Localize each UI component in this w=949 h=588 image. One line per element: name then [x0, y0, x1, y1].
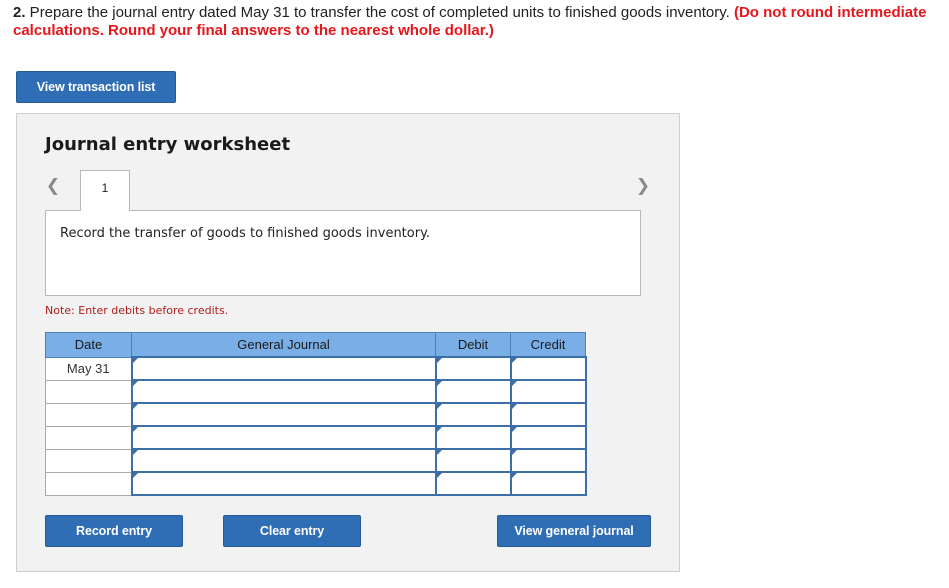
date-cell	[45, 379, 132, 404]
account-select[interactable]	[130, 356, 437, 381]
view-transaction-list-button[interactable]: View transaction list	[16, 71, 176, 103]
account-select[interactable]	[130, 402, 437, 427]
account-select[interactable]	[130, 471, 437, 496]
journal-entry-worksheet-panel: Journal entry worksheet ❮ 1 ❯ Record the…	[16, 113, 680, 572]
dropdown-marker-icon	[132, 473, 138, 478]
date-cell	[45, 471, 132, 496]
question-body: Prepare the journal entry dated May 31 t…	[25, 4, 734, 21]
table-row	[45, 425, 587, 450]
table-row: May 31	[45, 356, 587, 381]
debit-input[interactable]	[434, 402, 512, 427]
chevron-right-icon[interactable]: ❯	[635, 176, 651, 196]
credit-input[interactable]	[509, 402, 587, 427]
input-marker-icon	[436, 450, 442, 455]
input-marker-icon	[436, 358, 442, 363]
record-entry-button[interactable]: Record entry	[45, 515, 183, 547]
date-cell: May 31	[45, 356, 132, 381]
debit-input[interactable]	[434, 448, 512, 473]
input-marker-icon	[511, 450, 517, 455]
input-marker-icon	[436, 473, 442, 478]
view-general-journal-button[interactable]: View general journal	[497, 515, 651, 547]
clear-entry-button[interactable]: Clear entry	[223, 515, 361, 547]
debit-input[interactable]	[434, 379, 512, 404]
header-credit: Credit	[510, 332, 586, 358]
credit-input[interactable]	[509, 425, 587, 450]
header-debit: Debit	[435, 332, 511, 358]
dropdown-marker-icon	[132, 381, 138, 386]
input-marker-icon	[511, 427, 517, 432]
chevron-left-icon[interactable]: ❮	[45, 176, 61, 196]
entry-description-text: Record the transfer of goods to finished…	[60, 226, 431, 241]
dropdown-marker-icon	[132, 404, 138, 409]
date-cell	[45, 448, 132, 473]
input-marker-icon	[511, 473, 517, 478]
entry-description: Record the transfer of goods to finished…	[45, 210, 641, 296]
dropdown-marker-icon	[132, 427, 138, 432]
table-row	[45, 379, 587, 404]
input-marker-icon	[511, 381, 517, 386]
table-row	[45, 448, 587, 473]
credit-input[interactable]	[509, 356, 587, 381]
input-marker-icon	[436, 381, 442, 386]
credit-input[interactable]	[509, 379, 587, 404]
journal-table: Date General Journal Debit Credit May 31	[45, 332, 587, 496]
debit-input[interactable]	[434, 471, 512, 496]
entry-note: Note: Enter debits before credits.	[45, 304, 229, 317]
input-marker-icon	[436, 404, 442, 409]
input-marker-icon	[511, 358, 517, 363]
table-row	[45, 402, 587, 427]
header-date: Date	[45, 332, 132, 358]
credit-input[interactable]	[509, 471, 587, 496]
question-text: 2. Prepare the journal entry dated May 3…	[13, 4, 933, 40]
input-marker-icon	[436, 427, 442, 432]
account-select[interactable]	[130, 379, 437, 404]
debit-input[interactable]	[434, 356, 512, 381]
table-row	[45, 471, 587, 496]
input-marker-icon	[511, 404, 517, 409]
tab-1[interactable]: 1	[80, 170, 130, 211]
question-number: 2.	[13, 4, 26, 21]
dropdown-marker-icon	[132, 358, 138, 363]
debit-input[interactable]	[434, 425, 512, 450]
journal-table-header: Date General Journal Debit Credit	[45, 332, 586, 358]
header-general-journal: General Journal	[131, 332, 436, 358]
credit-input[interactable]	[509, 448, 587, 473]
date-cell	[45, 425, 132, 450]
date-cell	[45, 402, 132, 427]
account-select[interactable]	[130, 425, 437, 450]
worksheet-title: Journal entry worksheet	[45, 134, 291, 155]
account-select[interactable]	[130, 448, 437, 473]
dropdown-marker-icon	[132, 450, 138, 455]
